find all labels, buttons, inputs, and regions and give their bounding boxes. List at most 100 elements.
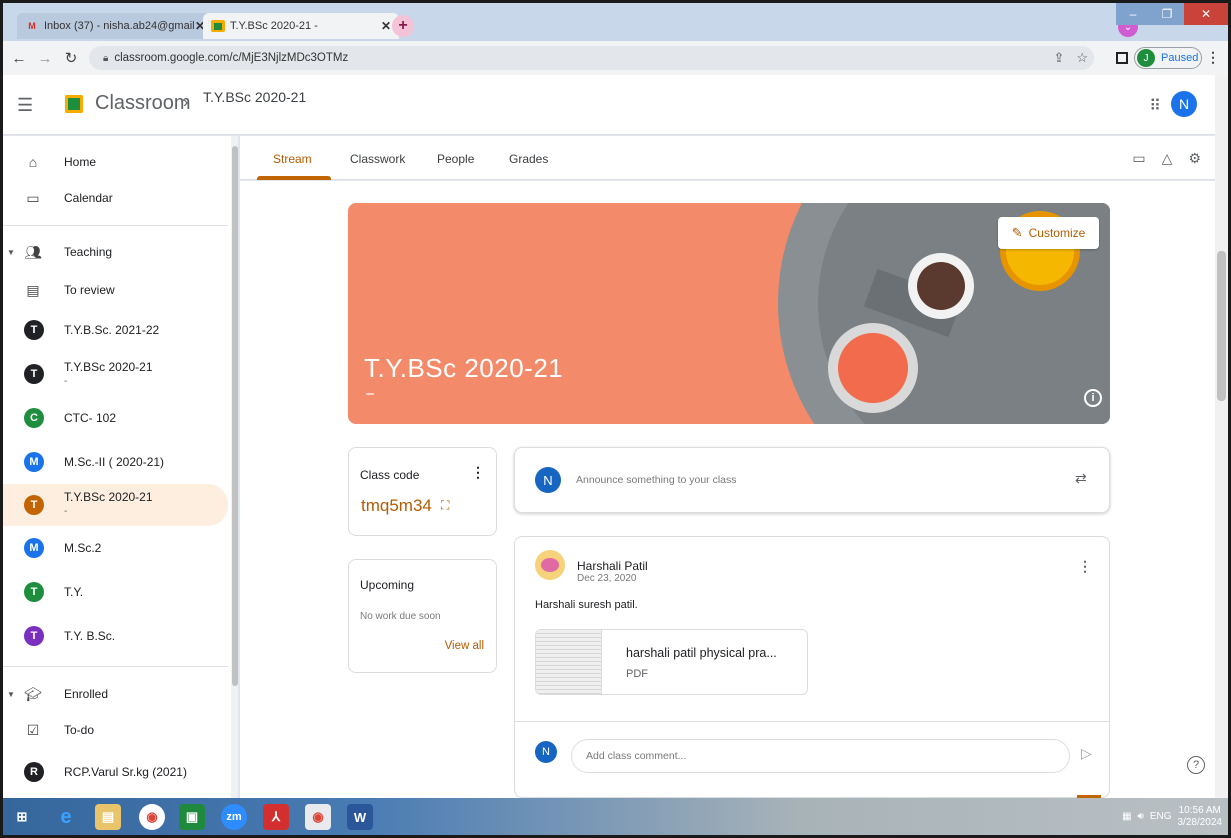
settings-icon[interactable]: ⚙	[1188, 150, 1201, 167]
customize-button[interactable]: ✎ Customize	[998, 217, 1099, 249]
pencil-icon: ✎	[1011, 225, 1023, 240]
app-title[interactable]: Classroom	[95, 92, 191, 115]
internet-explorer-icon[interactable]: e	[53, 804, 79, 830]
gmail-icon: M	[28, 21, 36, 31]
tab-people[interactable]: People	[437, 152, 474, 166]
volume-icon[interactable]: 🔊︎	[1138, 811, 1144, 822]
sidebar-item-label: T.Y.B.Sc. 2021-22	[64, 323, 160, 337]
sidebar-item-calendar[interactable]: ▭ Calendar	[3, 184, 228, 212]
star-icon[interactable]: ☆	[1076, 50, 1088, 66]
scrollbar-thumb[interactable]	[232, 146, 238, 686]
maximize-button[interactable]: ❐	[1150, 3, 1184, 25]
address-bar[interactable]: 🔒︎ classroom.google.com/c/MjE3NjlzMDc3OT…	[89, 46, 1094, 70]
sidebar-class-item[interactable]: M M.Sc.2	[3, 532, 228, 564]
sidebar-class-item-selected[interactable]: T T.Y.BSc 2020-21 -	[3, 484, 228, 526]
coffee-cup-illustration	[908, 253, 974, 319]
scrollbar-thumb[interactable]	[1217, 251, 1226, 401]
sidebar-item-teaching[interactable]: ▼ 👥︎ Teaching	[3, 238, 228, 266]
sidebar-class-item[interactable]: T T.Y.BSc 2020-21 -	[3, 354, 228, 394]
info-icon[interactable]: i	[1084, 389, 1102, 407]
sidebar-class-item[interactable]: T T.Y.	[3, 576, 228, 608]
tab-stream[interactable]: Stream	[273, 152, 312, 166]
chrome-active-icon[interactable]: ◉	[305, 804, 331, 830]
calendar-icon[interactable]: ▭	[1132, 150, 1145, 167]
word-icon[interactable]: W	[347, 804, 373, 830]
clock[interactable]: 10:56 AM 3/28/2024	[1178, 805, 1223, 829]
main-menu-icon[interactable]: ☰	[17, 95, 33, 116]
avatar: N	[535, 467, 561, 493]
sidebar-item-todo[interactable]: ☑ To-do	[3, 716, 228, 744]
file-explorer-icon[interactable]: ▤	[95, 804, 121, 830]
post-options-icon[interactable]: ⋮	[1078, 558, 1092, 575]
browser-menu-icon[interactable]: ⋮	[1206, 49, 1220, 66]
network-icon[interactable]: ▦	[1122, 811, 1131, 822]
profile-avatar: J	[1137, 49, 1155, 67]
browser-tab-gmail[interactable]: M Inbox (37) - nisha.ab24@gmail.c ✕	[17, 13, 213, 39]
share-icon[interactable]: ⇪	[1053, 50, 1064, 66]
grapefruit-illustration	[828, 323, 918, 413]
fullscreen-icon[interactable]: ⛶	[441, 498, 449, 513]
tab-classwork[interactable]: Classwork	[350, 152, 405, 166]
caret-down-icon[interactable]: ▼	[7, 690, 15, 699]
back-arrow-icon[interactable]: ←	[9, 50, 29, 67]
user-avatar[interactable]: N	[1171, 91, 1197, 117]
system-tray: ▦ 🔊︎ ENG 10:56 AM 3/28/2024	[1122, 798, 1228, 835]
sidebar-item-enrolled[interactable]: ▼ 🎓︎ Enrolled	[3, 680, 228, 708]
upcoming-heading: Upcoming	[360, 578, 415, 592]
app-header: ☰ Classroom › T.Y.BSc 2020-21 ⠿ N	[3, 75, 1215, 135]
apps-grid-icon[interactable]: ⠿	[1149, 96, 1161, 116]
close-window-button[interactable]: ✕	[1184, 3, 1228, 25]
caret-down-icon[interactable]: ▼	[7, 248, 15, 257]
profile-paused-button[interactable]: J Paused	[1134, 47, 1202, 69]
customize-label: Customize	[1028, 226, 1086, 240]
drive-icon[interactable]: △	[1162, 150, 1173, 167]
sidebar-scrollbar[interactable]	[231, 136, 238, 798]
sidebar-class-item[interactable]: T T.Y.B.Sc. 2021-22	[3, 314, 228, 346]
browser-tab-classroom[interactable]: T.Y.BSc 2020-21 - ✕	[203, 13, 399, 39]
attachment-card[interactable]: harshali patil physical pra... PDF	[535, 629, 808, 695]
sidebar-class-item[interactable]: C CTC- 102	[3, 402, 228, 434]
sidebar-item-label: T.Y.	[64, 585, 84, 599]
tab-grades[interactable]: Grades	[509, 152, 548, 166]
banner-subtitle	[366, 393, 374, 395]
sidebar-item-label: Home	[64, 155, 97, 169]
chrome-icon[interactable]: ◉	[139, 804, 165, 830]
help-icon[interactable]: ?	[1187, 756, 1205, 774]
sidebar-item-to-review[interactable]: ▤ To review	[3, 276, 228, 304]
people-icon: 👥︎	[24, 243, 42, 260]
sidebar-class-item[interactable]: M M.Sc.-II ( 2020-21)	[3, 446, 228, 478]
class-comment-input[interactable]: Add class comment...	[571, 739, 1070, 773]
upcoming-empty-text: No work due soon	[360, 611, 441, 622]
sidebar-item-label: RCP.Varul Sr.kg (2021)	[64, 765, 187, 779]
side-panel-icon[interactable]	[1116, 52, 1128, 64]
new-tab-button[interactable]: +	[392, 15, 414, 37]
sidebar-item-label: CTC- 102	[64, 411, 117, 425]
post-date: Dec 23, 2020	[577, 573, 637, 584]
sidebar-class-item[interactable]: T T.Y. B.Sc.	[3, 620, 228, 652]
acrobat-icon[interactable]: ⅄	[263, 804, 289, 830]
store-icon[interactable]: ▣	[179, 804, 205, 830]
announce-box[interactable]: N Announce something to your class ⇄	[514, 447, 1110, 513]
forward-arrow-icon[interactable]: →	[35, 50, 55, 67]
sidebar-item-label: Calendar	[64, 191, 113, 205]
windows-start-icon[interactable]: ⊞	[9, 804, 35, 830]
tab-title: Inbox (37) - nisha.ab24@gmail.c	[44, 20, 195, 32]
sidebar-class-item[interactable]: R RCP.Varul Sr.kg (2021)	[3, 756, 228, 788]
view-all-link[interactable]: View all	[445, 640, 484, 652]
class-avatar: T	[24, 364, 44, 384]
repost-icon[interactable]: ⇄	[1075, 470, 1087, 487]
class-avatar: C	[24, 408, 44, 428]
sidebar-item-home[interactable]: ⌂ Home	[3, 148, 228, 176]
sidebar-item-label: T.Y.BSc 2020-21	[64, 360, 153, 374]
tab-close-icon[interactable]: ✕	[381, 19, 391, 33]
language-indicator[interactable]: ENG	[1150, 811, 1172, 822]
minimize-button[interactable]: –	[1116, 3, 1150, 25]
browser-tabstrip: M Inbox (37) - nisha.ab24@gmail.c ✕ T.Y.…	[3, 3, 1228, 41]
reload-icon[interactable]: ↻	[61, 49, 81, 67]
zoom-icon[interactable]: zm	[221, 804, 247, 830]
folder-icon: ▤	[26, 281, 40, 298]
url-text: classroom.google.com/c/MjE3NjlzMDc3OTMz	[114, 52, 349, 64]
page-scrollbar[interactable]	[1215, 75, 1228, 798]
more-options-icon[interactable]: ⋮	[471, 464, 485, 481]
send-icon[interactable]: ▷	[1081, 745, 1092, 762]
